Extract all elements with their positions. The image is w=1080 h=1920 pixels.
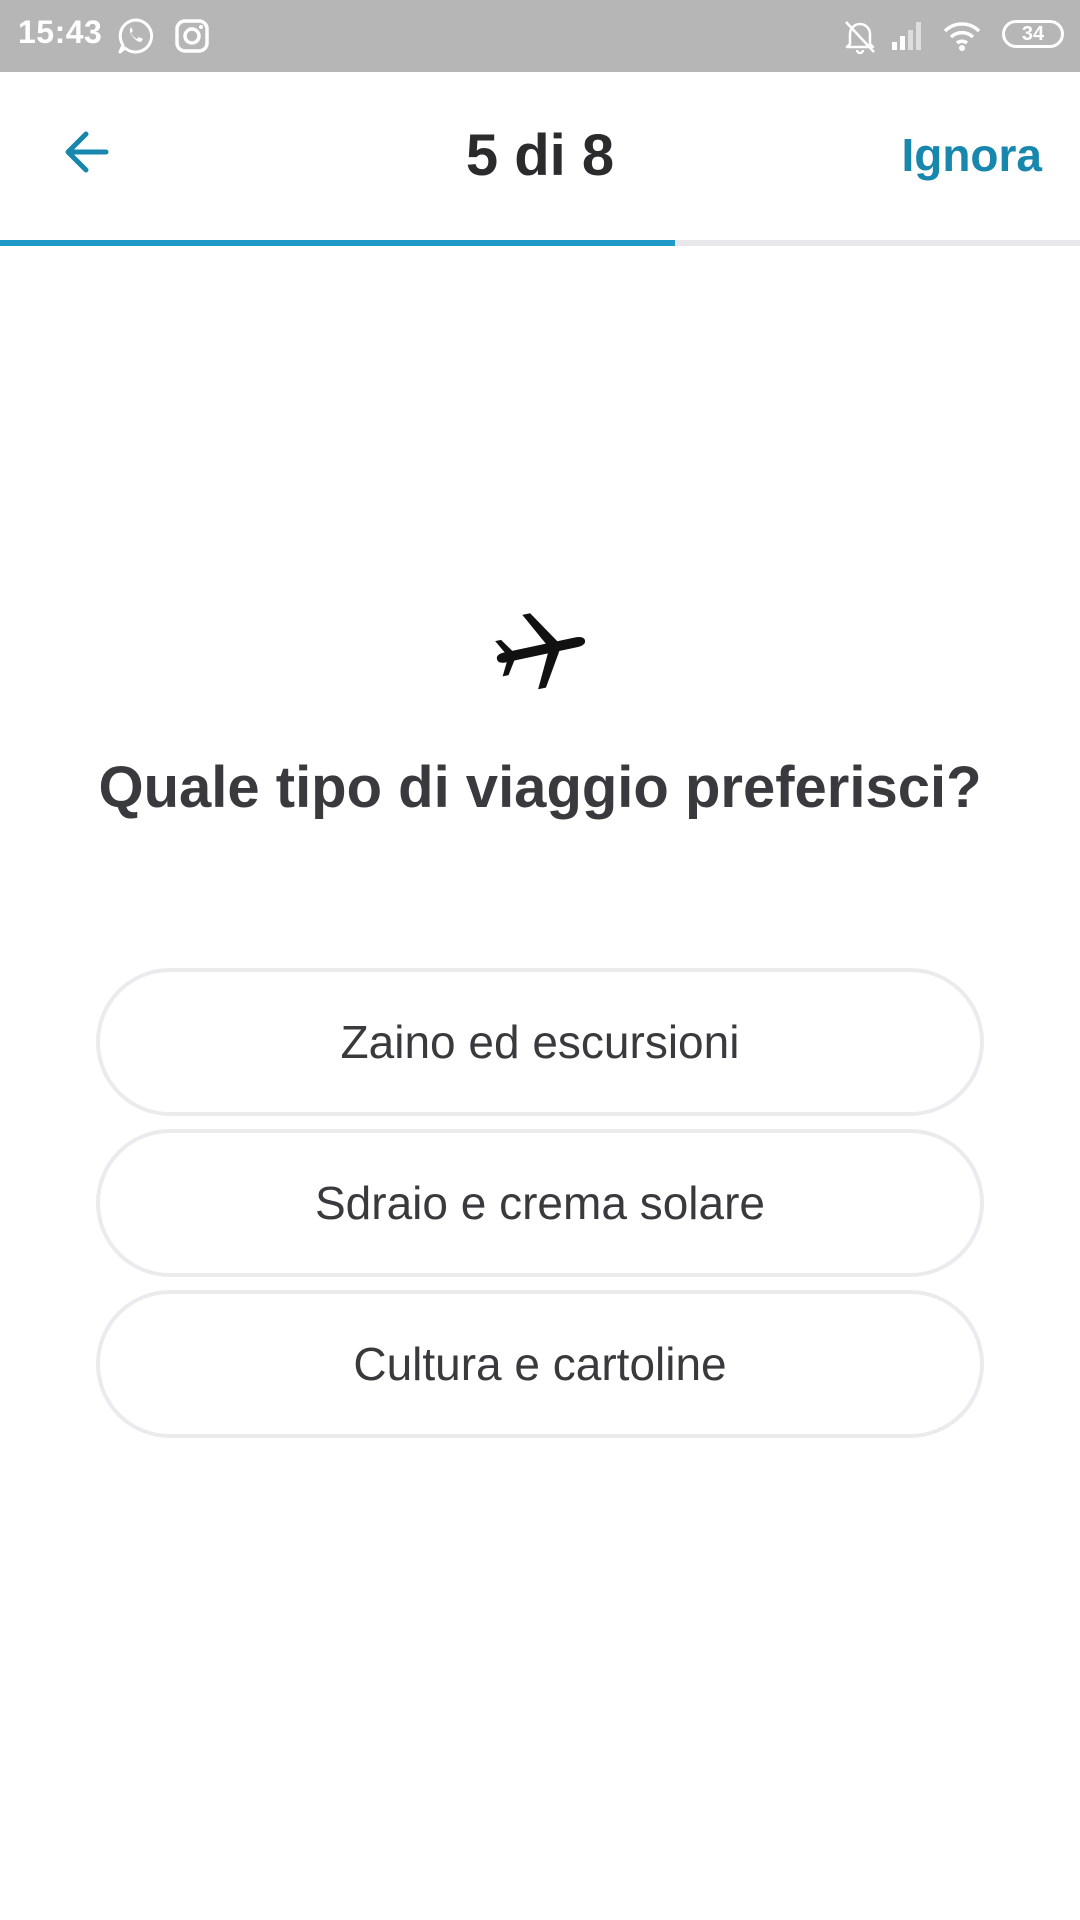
status-time: 15:43 — [18, 14, 103, 50]
airplane-icon — [490, 600, 590, 700]
wifi-icon — [942, 16, 982, 56]
option-button-backpacking[interactable]: Zaino ed escursioni — [96, 968, 984, 1116]
option-button-culture[interactable]: Cultura e cartoline — [96, 1290, 984, 1438]
signal-icon — [888, 16, 928, 56]
instagram-icon — [172, 16, 212, 56]
whatsapp-icon — [116, 16, 156, 56]
battery-icon: 34 — [1002, 20, 1064, 48]
skip-button[interactable]: Ignora — [901, 128, 1042, 182]
status-bar: 15:43 34 — [0, 0, 1080, 72]
bell-off-icon — [840, 16, 880, 56]
option-button-beach[interactable]: Sdraio e crema solare — [96, 1129, 984, 1277]
answer-options: Zaino ed escursioni Sdraio e crema solar… — [96, 968, 984, 1451]
progress-bar-fill — [0, 240, 675, 246]
progress-bar — [0, 240, 1080, 246]
question-text: Quale tipo di viaggio preferisci? — [98, 755, 982, 820]
battery-level: 34 — [1021, 22, 1045, 45]
app-header: 5 di 8 Ignora — [0, 72, 1080, 240]
